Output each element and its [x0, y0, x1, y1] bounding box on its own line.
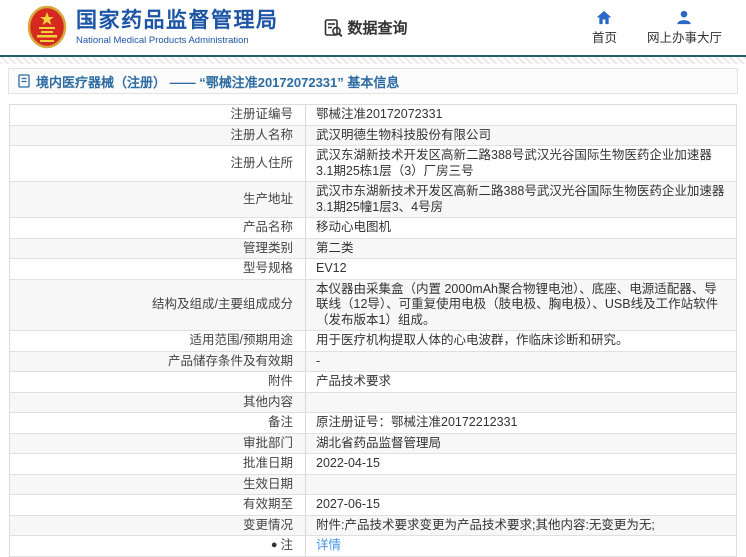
row-value: 详情	[306, 536, 736, 556]
table-row: 审批部门 湖北省药品监督管理局	[10, 433, 736, 454]
row-label: 型号规格	[10, 259, 306, 279]
national-emblem-icon	[27, 5, 67, 51]
user-icon	[676, 10, 692, 25]
header-nav: 首页 网上办事大厅	[592, 10, 722, 46]
row-value	[306, 393, 736, 413]
row-value: EV12	[316, 261, 347, 275]
table-row: 适用范围/预期用途 用于医疗机构提取人体的心电波群，作临床诊断和研究。	[10, 331, 736, 352]
row-value: 产品技术要求	[316, 374, 392, 388]
breadcrumb: 境内医疗器械（注册） —— “鄂械注准20172072331” 基本信息	[8, 68, 738, 94]
row-value: 鄂械注准20172072331	[316, 107, 443, 121]
note-icon: ●	[270, 539, 278, 552]
agency-title-en: National Medical Products Administration	[76, 35, 249, 46]
page-title: 境内医疗器械（注册） —— “鄂械注准20172072331” 基本信息	[36, 74, 400, 90]
table-row: ● 注详情	[10, 536, 736, 557]
table-row: 型号规格 EV12	[10, 259, 736, 280]
top-header: 国家药品监督管理局 National Medical Products Admi…	[0, 0, 746, 57]
data-query-tab[interactable]: 数据查询	[323, 17, 408, 38]
row-label: 生产地址	[10, 182, 306, 217]
detail-link[interactable]: 详情	[316, 538, 341, 554]
document-icon	[18, 74, 30, 88]
row-label: 备注	[10, 413, 306, 433]
row-label: 管理类别	[10, 238, 306, 258]
nmpa-logo[interactable]: 国家药品监督管理局 National Medical Products Admi…	[27, 5, 279, 51]
data-query-label: 数据查询	[347, 20, 408, 37]
striped-divider	[0, 57, 746, 64]
row-value	[306, 475, 736, 495]
table-row: 产品储存条件及有效期 -	[10, 351, 736, 372]
row-value: 原注册证号：鄂械注准20172212331	[316, 415, 518, 429]
nav-item-service-hall[interactable]: 网上办事大厅	[647, 10, 722, 46]
table-row: 生效日期	[10, 474, 736, 495]
row-value: 湖北省药品监督管理局	[316, 435, 442, 450]
row-label: 适用范围/预期用途	[10, 331, 306, 351]
nav-item-label: 首页	[591, 30, 617, 45]
home-icon	[596, 10, 612, 25]
row-value: 附件:产品技术要求变更为产品技术要求;其他内容:无变更为无;	[316, 517, 655, 532]
row-value: 用于医疗机构提取人体的心电波群，作临床诊断和研究。	[316, 333, 629, 347]
table-row: 注册人名称 武汉明德生物科技股份有限公司	[10, 125, 736, 146]
row-value: 武汉东湖新技术开发区高新二路388号武汉光谷国际生物医药企业加速器3.1期25栋…	[316, 148, 712, 178]
table-row: 注册人住所 武汉东湖新技术开发区高新二路388号武汉光谷国际生物医药企业加速器3.…	[10, 146, 736, 182]
table-row: 变更情况 附件:产品技术要求变更为产品技术要求;其他内容:无变更为无;	[10, 515, 736, 536]
row-value: 本仪器由采集盒（内置 2000mAh聚合物锂电池）、底座、电源适配器、导联线（1…	[316, 281, 719, 327]
document-search-icon	[323, 18, 343, 38]
row-label: 产品名称	[10, 218, 306, 238]
row-label: 产品储存条件及有效期	[10, 351, 306, 371]
info-table: 注册证编号 鄂械注准20172072331 注册人名称 武汉明德生物科技股份有限公司注…	[9, 104, 737, 557]
agency-title: 国家药品监督管理局 National Medical Products Admi…	[76, 9, 279, 46]
table-row: 其他内容	[10, 392, 736, 413]
row-label: 结构及组成/主要组成成分	[10, 279, 306, 330]
row-label: 审批部门	[10, 433, 306, 453]
table-row: 附件 产品技术要求	[10, 372, 736, 393]
row-value: 武汉明德生物科技股份有限公司	[316, 127, 492, 142]
row-value: 移动心电图机	[316, 220, 392, 234]
row-label: 注册人住所	[10, 146, 306, 181]
row-label: 附件	[10, 372, 306, 392]
row-value: 2022-04-15	[316, 456, 380, 470]
row-value: -	[316, 353, 321, 368]
row-label: 其他内容	[10, 392, 306, 412]
row-label: 生效日期	[10, 474, 306, 494]
row-label: 注册人名称	[10, 125, 306, 145]
agency-title-cn: 国家药品监督管理局	[76, 9, 279, 32]
table-row: 批准日期 2022-04-15	[10, 454, 736, 475]
nav-item-home[interactable]: 首页	[592, 10, 617, 46]
table-row: 注册证编号 鄂械注准20172072331	[10, 105, 736, 126]
table-row: 生产地址 武汉市东湖新技术开发区高新二路388号武汉光谷国际生物医药企业加速器3.…	[10, 182, 736, 218]
row-label: 批准日期	[10, 454, 306, 474]
row-label: 注册证编号	[10, 105, 306, 125]
row-label: 变更情况	[10, 515, 306, 535]
table-row: 备注 原注册证号：鄂械注准20172212331	[10, 413, 736, 434]
row-label: ● 注	[10, 536, 306, 556]
table-row: 管理类别 第二类	[10, 238, 736, 259]
row-value: 2027-06-15	[316, 497, 380, 511]
row-value: 武汉市东湖新技术开发区高新二路388号武汉光谷国际生物医药企业加速器3.1期25…	[316, 184, 725, 214]
table-row: 产品名称 移动心电图机	[10, 218, 736, 239]
row-label: 有效期至	[10, 495, 306, 515]
nav-item-label: 网上办事大厅	[646, 30, 722, 45]
table-row: 结构及组成/主要组成成分 本仪器由采集盒（内置 2000mAh聚合物锂电池）、底座…	[10, 279, 736, 331]
row-value: 第二类	[316, 240, 354, 255]
table-row: 有效期至 2027-06-15	[10, 495, 736, 516]
